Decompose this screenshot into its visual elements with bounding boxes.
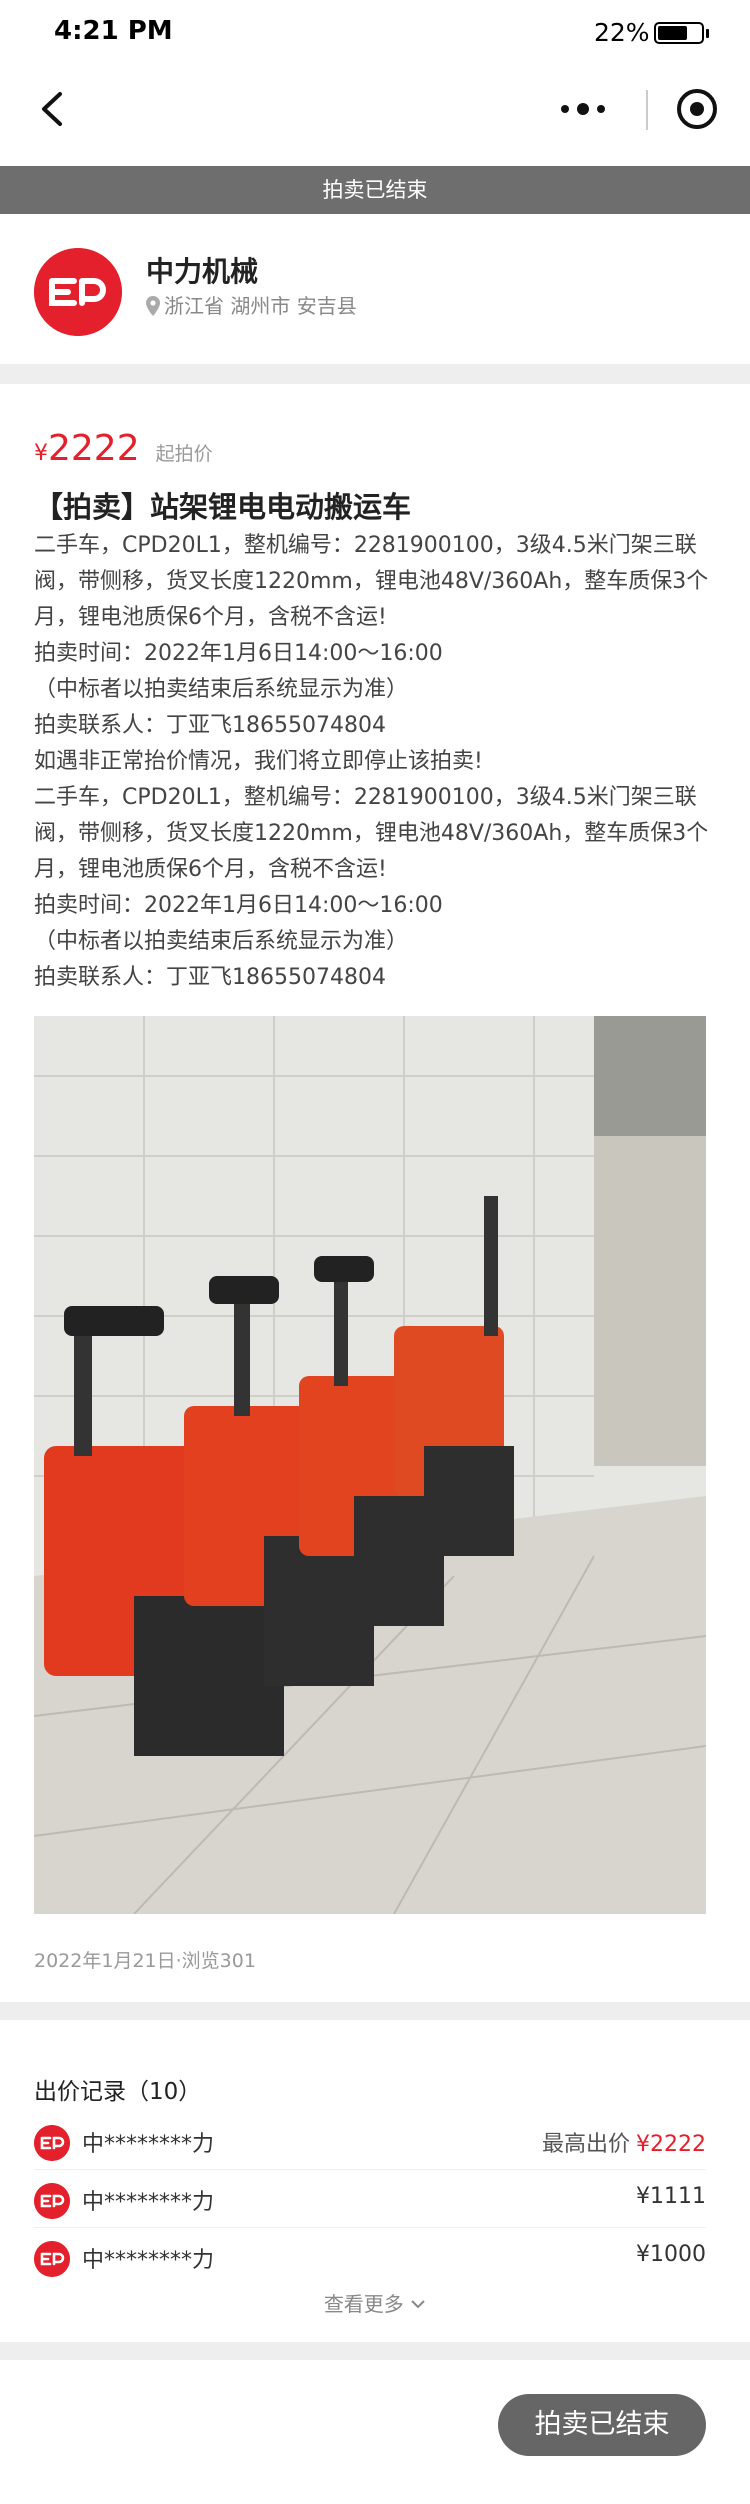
- starting-price: 2222: [48, 428, 140, 469]
- description-line: 二手车，CPD20L1，整机编号：2281900100，3级4.5米门架三联阀，…: [34, 785, 709, 882]
- description-line: 拍卖联系人：丁亚飞18655074804: [34, 713, 386, 738]
- seller-card[interactable]: 中力机械 浙江省 湖州市 安吉县: [0, 214, 750, 364]
- description-line: 二手车，CPD20L1，整机编号：2281900100，3级4.5米门架三联阀，…: [34, 533, 709, 630]
- bidder-avatar-icon: [34, 2241, 70, 2277]
- seller-name: 中力机械: [146, 255, 259, 288]
- location-pin-icon: [146, 296, 160, 316]
- section-gap: [0, 2342, 750, 2360]
- auction-ended-banner: 拍卖已结束: [0, 166, 750, 214]
- bidder-avatar-icon: [34, 2125, 70, 2161]
- seller-location: 浙江省 湖州市 安吉县: [146, 290, 357, 319]
- battery-icon: [654, 22, 704, 44]
- bidder-avatar-icon: [34, 2183, 70, 2219]
- chevron-left-icon[interactable]: [30, 86, 76, 132]
- description-line: 拍卖时间：2022年1月6日14:00～16:00: [34, 893, 443, 918]
- bid-price: ¥1111: [636, 2184, 706, 2209]
- bid-price: 最高出价 ¥2222: [542, 2126, 706, 2158]
- bid-price: ¥1000: [636, 2242, 706, 2267]
- battery-percent: 22%: [594, 18, 650, 47]
- auction-ended-button[interactable]: 拍卖已结束: [498, 2394, 706, 2456]
- top-bid-amount: ¥2222: [636, 2132, 706, 2157]
- seller-location-text: 浙江省 湖州市 安吉县: [164, 294, 357, 318]
- status-time: 4:21 PM: [54, 16, 173, 46]
- bidder-name: 中********力: [82, 2248, 215, 2273]
- description-line: 如遇非正常抬价情况，我们将立即停止该拍卖!: [34, 749, 483, 774]
- section-gap: [0, 364, 750, 384]
- bottom-bar: 拍卖已结束: [0, 2360, 750, 2504]
- bidder-name: 中********力: [82, 2132, 215, 2157]
- more-dots-icon[interactable]: [556, 94, 610, 124]
- bid-records-title: 出价记录（10）: [34, 2079, 202, 2105]
- battery-tip: [706, 29, 709, 38]
- price-label: 起拍价: [155, 443, 213, 465]
- bid-records: 出价记录（10） 中********力 最高出价 ¥2222 中********力…: [0, 2020, 750, 2342]
- bidder-name: 中********力: [82, 2190, 215, 2215]
- post-meta: 2022年1月21日·浏览301: [34, 1950, 256, 1972]
- see-more-label: 查看更多: [323, 2292, 404, 2316]
- nav-divider: [646, 90, 648, 130]
- description-line: 拍卖联系人：丁亚飞18655074804: [34, 965, 386, 990]
- status-bar: 4:21 PM 22%: [0, 0, 750, 66]
- top-bid-label: 最高出价: [541, 2132, 630, 2157]
- price-symbol: ¥: [34, 441, 48, 466]
- listing-title: 【拍卖】站架锂电电动搬运车: [34, 490, 412, 524]
- price-row: ¥2222 起拍价: [34, 428, 213, 469]
- bid-row: 中********力 ¥1000: [34, 2228, 706, 2286]
- listing-description: 二手车，CPD20L1，整机编号：2281900100，3级4.5米门架三联阀，…: [34, 528, 718, 996]
- description-line: 拍卖时间：2022年1月6日14:00～16:00: [34, 641, 443, 666]
- listing-content: ¥2222 起拍价 【拍卖】站架锂电电动搬运车 二手车，CPD20L1，整机编号：…: [0, 384, 750, 2002]
- description-line: （中标者以拍卖结束后系统显示为准）: [34, 929, 409, 954]
- section-gap: [0, 2002, 750, 2020]
- description-line: （中标者以拍卖结束后系统显示为准）: [34, 677, 409, 702]
- product-photo[interactable]: [34, 1016, 706, 1914]
- bid-row: 中********力 ¥1111: [34, 2170, 706, 2228]
- bid-row: 中********力 最高出价 ¥2222: [34, 2112, 706, 2170]
- nav-bar: [0, 66, 750, 166]
- seller-logo-icon: [34, 248, 122, 336]
- see-more-link[interactable]: 查看更多: [0, 2288, 750, 2317]
- target-icon[interactable]: [674, 86, 720, 132]
- chevron-down-icon: [411, 2300, 425, 2309]
